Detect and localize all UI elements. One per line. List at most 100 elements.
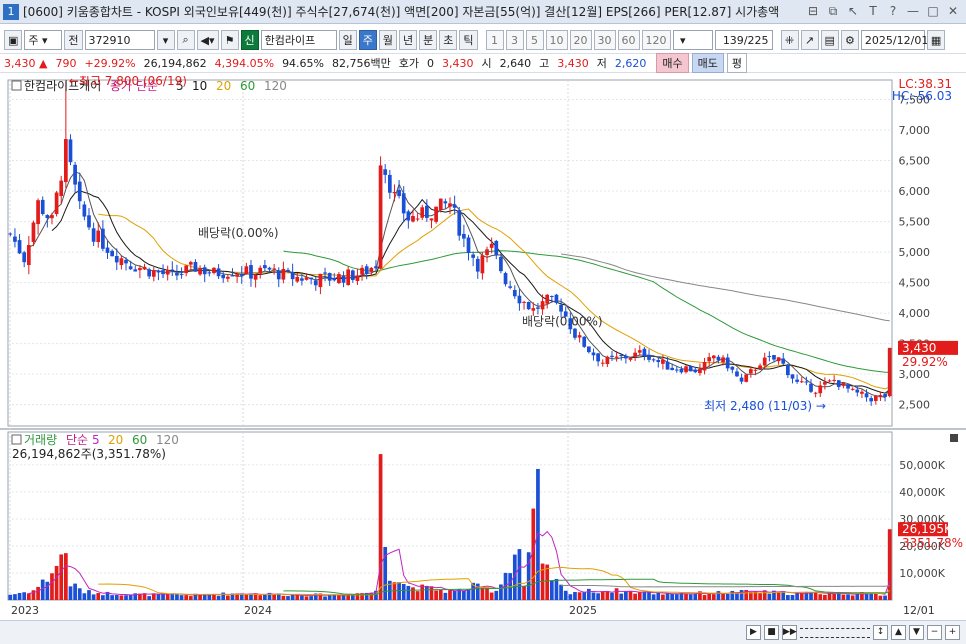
price-change-pct: +29.92%: [84, 56, 136, 70]
volume-legend-ma: 20: [108, 433, 123, 447]
x-axis-label: 12/01: [903, 604, 935, 617]
stock-code-input[interactable]: 372910: [84, 30, 155, 50]
candle-body: [77, 181, 82, 202]
candle-body: [332, 278, 337, 281]
layout-icon[interactable]: ⊟: [806, 4, 820, 19]
text-icon[interactable]: T: [866, 4, 880, 19]
panel-toggle-icon[interactable]: ▣: [4, 30, 23, 50]
prev-button[interactable]: 전: [64, 30, 83, 50]
candle-body: [540, 301, 545, 310]
volume-bar: [286, 596, 290, 600]
restore-icon[interactable]: ⧉: [826, 4, 840, 19]
sound-icon[interactable]: ◀▾: [196, 30, 219, 50]
save-icon[interactable]: ▤: [820, 30, 839, 50]
buy-button[interactable]: 매수: [656, 53, 689, 73]
candle-body: [276, 270, 281, 280]
candle-body: [762, 357, 767, 366]
play-button[interactable]: ▶: [746, 625, 761, 640]
candle-body: [887, 347, 892, 397]
interval-30[interactable]: 30: [593, 30, 616, 50]
volume-bar: [480, 587, 485, 600]
candle-body: [614, 356, 619, 358]
candle-body: [286, 269, 290, 272]
candle-body: [378, 165, 383, 269]
volume-bar: [637, 591, 642, 600]
fast-forward-button[interactable]: ▶▶: [782, 625, 797, 640]
scroll-down-button[interactable]: ▼: [909, 625, 924, 640]
interval-60[interactable]: 60: [617, 30, 640, 50]
interval-120[interactable]: 120: [641, 30, 671, 50]
stock-name-field[interactable]: 한컴라이프: [260, 30, 337, 50]
volume-bar: [101, 595, 105, 600]
volume-bar: [582, 591, 587, 600]
date-field[interactable]: 2025/12/01: [860, 30, 928, 50]
period-month[interactable]: 월: [378, 30, 398, 50]
zoom-out-button[interactable]: −: [927, 625, 942, 640]
candle-body: [767, 356, 772, 358]
candle-body: [323, 272, 327, 274]
interval-1[interactable]: 1: [485, 30, 504, 50]
volume-bar: [619, 593, 624, 600]
calendar-icon[interactable]: ▦: [926, 30, 946, 50]
maximize-icon[interactable]: □: [926, 4, 940, 19]
candle-body: [341, 275, 346, 283]
volume-bar: [554, 578, 559, 600]
candle-body: [485, 249, 489, 255]
candle-body: [526, 301, 531, 310]
candle-body: [411, 215, 415, 222]
zoom-in-button[interactable]: +: [945, 625, 960, 640]
stop-button[interactable]: ■: [764, 625, 779, 640]
volume-tick-label: 10,000K: [899, 567, 945, 580]
period-second[interactable]: 초: [439, 30, 458, 50]
volume-bar: [22, 592, 27, 600]
search-icon[interactable]: ⌕: [176, 30, 195, 50]
volume-bar: [489, 592, 494, 600]
candle-body: [573, 328, 577, 338]
minimize-icon[interactable]: —: [906, 4, 920, 19]
period-select[interactable]: 주 ▾: [24, 30, 63, 50]
volume-bar: [499, 584, 503, 600]
pointer-icon[interactable]: ↖: [846, 4, 860, 19]
volume-bar: [841, 594, 846, 600]
sell-button[interactable]: 매도: [691, 53, 724, 73]
period-day[interactable]: 일: [338, 30, 357, 50]
count-field[interactable]: 139/225: [714, 30, 773, 50]
volume-bar: [443, 592, 448, 600]
close-icon[interactable]: ✕: [946, 4, 960, 19]
volume-bar: [605, 591, 610, 600]
candle-body: [253, 274, 258, 280]
candle-body: [735, 371, 739, 377]
candle-body: [383, 169, 388, 175]
period-minute[interactable]: 분: [419, 30, 438, 50]
candle-body: [170, 269, 175, 271]
interval-custom-select[interactable]: ▾: [672, 30, 713, 50]
grid-icon[interactable]: ⁜: [780, 30, 799, 50]
volume-bar: [332, 594, 337, 600]
interval-10[interactable]: 10: [545, 30, 568, 50]
new-badge: 신: [240, 30, 259, 50]
period-tick[interactable]: 틱: [459, 30, 478, 50]
gear-icon[interactable]: ⚙: [840, 30, 859, 50]
help-icon[interactable]: ?: [886, 4, 900, 19]
candle-body: [721, 357, 725, 363]
interval-3[interactable]: 3: [505, 30, 524, 50]
candle-body: [610, 355, 614, 357]
candle-body: [258, 267, 263, 274]
scroll-up-button[interactable]: ▲: [891, 625, 906, 640]
average-button[interactable]: 평: [726, 53, 747, 73]
fit-button[interactable]: ↕: [873, 625, 888, 640]
interval-5[interactable]: 5: [525, 30, 544, 50]
volume-info: 26,194,862주(3,351.78%): [12, 447, 166, 461]
volume-bar: [225, 595, 230, 600]
volume-bar: [827, 592, 832, 600]
volume-bar: [77, 588, 82, 600]
chart-scrollbar[interactable]: [800, 627, 870, 638]
candle-body: [263, 265, 267, 269]
period-year[interactable]: 년: [399, 30, 418, 50]
flag-icon[interactable]: ⚑: [220, 30, 239, 50]
code-dropdown-icon[interactable]: ▾: [156, 30, 175, 50]
stock-chart[interactable]: 7,5007,0006,5006,0005,5005,0004,5004,000…: [0, 76, 966, 620]
chart-tool-icon[interactable]: ↗: [800, 30, 819, 50]
period-week[interactable]: 주: [358, 30, 377, 50]
interval-20[interactable]: 20: [569, 30, 592, 50]
